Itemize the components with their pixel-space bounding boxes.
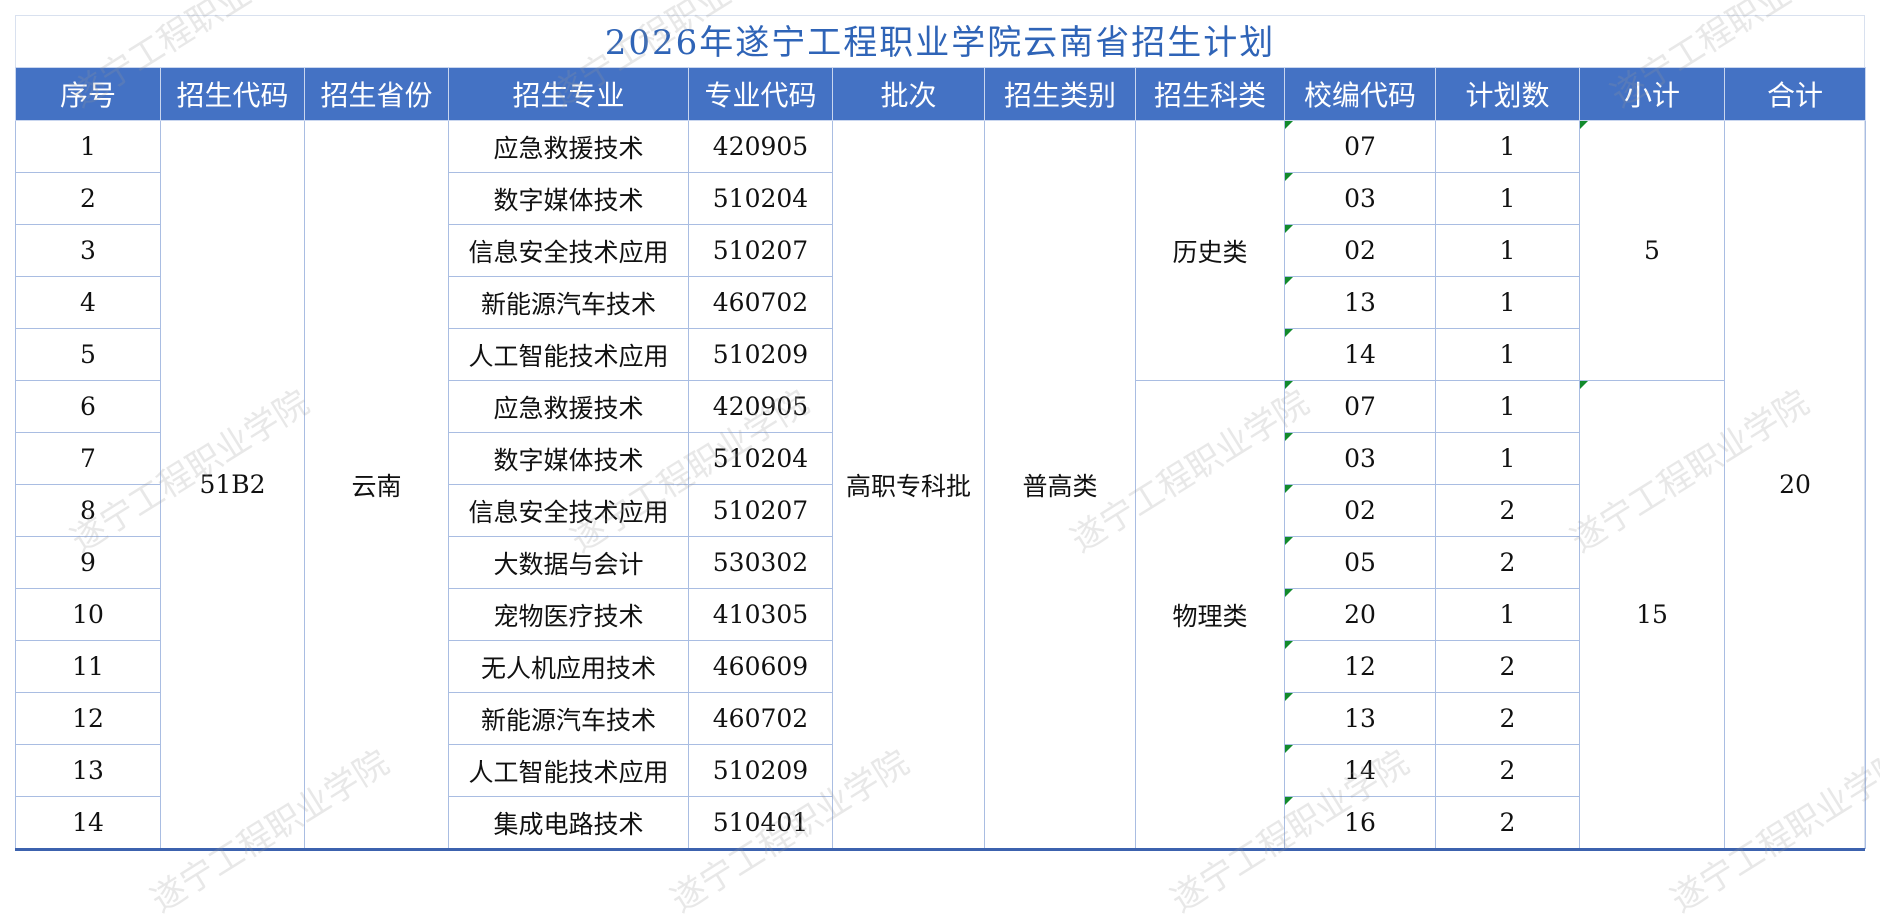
cell-plan[interactable]: 2	[1435, 484, 1580, 537]
cell-school-code[interactable]: 13	[1284, 692, 1436, 745]
cell-batch[interactable]: 高职专科批	[832, 120, 985, 849]
cell-total[interactable]: 20	[1724, 120, 1866, 849]
cell-major[interactable]: 人工智能技术应用	[448, 328, 689, 381]
enrollment-plan-table: 序号 招生代码 招生省份 招生专业 专业代码 批次 招生类别 招生科类 校编代码…	[15, 67, 1866, 849]
cell-plan[interactable]: 2	[1435, 744, 1580, 797]
cell-school-code[interactable]: 13	[1284, 276, 1436, 329]
cell-plan[interactable]: 1	[1435, 380, 1580, 433]
cell-seq[interactable]: 5	[15, 328, 161, 381]
cell-major[interactable]: 数字媒体技术	[448, 432, 689, 485]
header-cell-subject[interactable]: 招生科类	[1135, 67, 1285, 121]
cell-plan[interactable]: 1	[1435, 432, 1580, 485]
cell-subtotal-physics[interactable]: 15	[1579, 380, 1725, 849]
cell-major-code[interactable]: 510207	[688, 484, 833, 537]
cell-seq[interactable]: 1	[15, 120, 161, 173]
cell-plan[interactable]: 2	[1435, 796, 1580, 849]
cell-major-code[interactable]: 420905	[688, 120, 833, 173]
cell-category[interactable]: 普高类	[984, 120, 1136, 849]
cell-subtotal-history[interactable]: 5	[1579, 120, 1725, 381]
cell-seq[interactable]: 12	[15, 692, 161, 745]
cell-major[interactable]: 新能源汽车技术	[448, 692, 689, 745]
cell-plan[interactable]: 1	[1435, 172, 1580, 225]
header-row: 序号 招生代码 招生省份 招生专业 专业代码 批次 招生类别 招生科类 校编代码…	[15, 67, 1866, 121]
cell-school-code[interactable]: 02	[1284, 484, 1436, 537]
cell-school-code[interactable]: 07	[1284, 120, 1436, 173]
spreadsheet-sheet: 2026年遂宁工程职业学院云南省招生计划 序号 招生代码 招生省份 招生专业 专…	[0, 0, 1880, 921]
header-cell-major-code[interactable]: 专业代码	[688, 67, 833, 121]
cell-seq[interactable]: 13	[15, 744, 161, 797]
cell-major-code[interactable]: 510209	[688, 328, 833, 381]
cell-major-code[interactable]: 510204	[688, 172, 833, 225]
header-cell-major[interactable]: 招生专业	[448, 67, 689, 121]
cell-major[interactable]: 数字媒体技术	[448, 172, 689, 225]
table-bottom-border	[15, 848, 1865, 851]
cell-plan[interactable]: 2	[1435, 536, 1580, 589]
cell-seq[interactable]: 2	[15, 172, 161, 225]
table-body: 1 51B2 云南 应急救援技术 420905 高职专科批 普高类 历史类 07 1 5 20 2 数字媒…	[15, 120, 1866, 849]
cell-major-code[interactable]: 510204	[688, 432, 833, 485]
table-row: 1 51B2 云南 应急救援技术 420905 高职专科批 普高类 历史类 07 1 5 20	[15, 120, 1866, 849]
cell-plan[interactable]: 2	[1435, 692, 1580, 745]
cell-recruit-code[interactable]: 51B2	[160, 120, 305, 849]
cell-plan[interactable]: 2	[1435, 640, 1580, 693]
cell-school-code[interactable]: 12	[1284, 640, 1436, 693]
cell-seq[interactable]: 4	[15, 276, 161, 329]
cell-seq[interactable]: 11	[15, 640, 161, 693]
cell-school-code[interactable]: 07	[1284, 380, 1436, 433]
cell-major[interactable]: 宠物医疗技术	[448, 588, 689, 641]
header-cell-category[interactable]: 招生类别	[984, 67, 1136, 121]
cell-seq[interactable]: 7	[15, 432, 161, 485]
cell-school-code[interactable]: 02	[1284, 224, 1436, 277]
cell-major[interactable]: 大数据与会计	[448, 536, 689, 589]
header-cell-recruit-code[interactable]: 招生代码	[160, 67, 305, 121]
cell-school-code[interactable]: 05	[1284, 536, 1436, 589]
cell-school-code[interactable]: 03	[1284, 432, 1436, 485]
cell-seq[interactable]: 14	[15, 796, 161, 849]
cell-major-code[interactable]: 420905	[688, 380, 833, 433]
cell-major-code[interactable]: 510401	[688, 796, 833, 849]
header-cell-subtotal[interactable]: 小计	[1579, 67, 1725, 121]
header-cell-province[interactable]: 招生省份	[304, 67, 449, 121]
cell-major-code[interactable]: 460702	[688, 692, 833, 745]
cell-subject-physics[interactable]: 物理类	[1135, 380, 1285, 849]
cell-province[interactable]: 云南	[304, 120, 449, 849]
cell-seq[interactable]: 9	[15, 536, 161, 589]
header-cell-plan[interactable]: 计划数	[1435, 67, 1580, 121]
cell-major-code[interactable]: 410305	[688, 588, 833, 641]
cell-plan[interactable]: 1	[1435, 588, 1580, 641]
cell-subject-history[interactable]: 历史类	[1135, 120, 1285, 381]
cell-major[interactable]: 应急救援技术	[448, 380, 689, 433]
cell-major[interactable]: 新能源汽车技术	[448, 276, 689, 329]
cell-major[interactable]: 信息安全技术应用	[448, 484, 689, 537]
cell-school-code[interactable]: 14	[1284, 328, 1436, 381]
cell-plan[interactable]: 1	[1435, 120, 1580, 173]
cell-school-code[interactable]: 14	[1284, 744, 1436, 797]
cell-major-code[interactable]: 530302	[688, 536, 833, 589]
cell-major-code[interactable]: 510209	[688, 744, 833, 797]
cell-seq[interactable]: 10	[15, 588, 161, 641]
cell-major-code[interactable]: 460609	[688, 640, 833, 693]
cell-seq[interactable]: 8	[15, 484, 161, 537]
cell-major[interactable]: 无人机应用技术	[448, 640, 689, 693]
cell-major[interactable]: 信息安全技术应用	[448, 224, 689, 277]
cell-school-code[interactable]: 20	[1284, 588, 1436, 641]
page-title: 2026年遂宁工程职业学院云南省招生计划	[604, 23, 1276, 63]
cell-school-code[interactable]: 16	[1284, 796, 1436, 849]
cell-plan[interactable]: 1	[1435, 224, 1580, 277]
cell-major[interactable]: 集成电路技术	[448, 796, 689, 849]
cell-plan[interactable]: 1	[1435, 328, 1580, 381]
header-cell-school-code[interactable]: 校编代码	[1284, 67, 1436, 121]
cell-major-code[interactable]: 510207	[688, 224, 833, 277]
cell-major-code[interactable]: 460702	[688, 276, 833, 329]
cell-plan[interactable]: 1	[1435, 276, 1580, 329]
header-cell-total[interactable]: 合计	[1724, 67, 1866, 121]
header-cell-batch[interactable]: 批次	[832, 67, 985, 121]
cell-major[interactable]: 应急救援技术	[448, 120, 689, 173]
cell-school-code[interactable]: 03	[1284, 172, 1436, 225]
cell-seq[interactable]: 3	[15, 224, 161, 277]
cell-seq[interactable]: 6	[15, 380, 161, 433]
cell-major[interactable]: 人工智能技术应用	[448, 744, 689, 797]
header-cell-seq[interactable]: 序号	[15, 67, 161, 121]
